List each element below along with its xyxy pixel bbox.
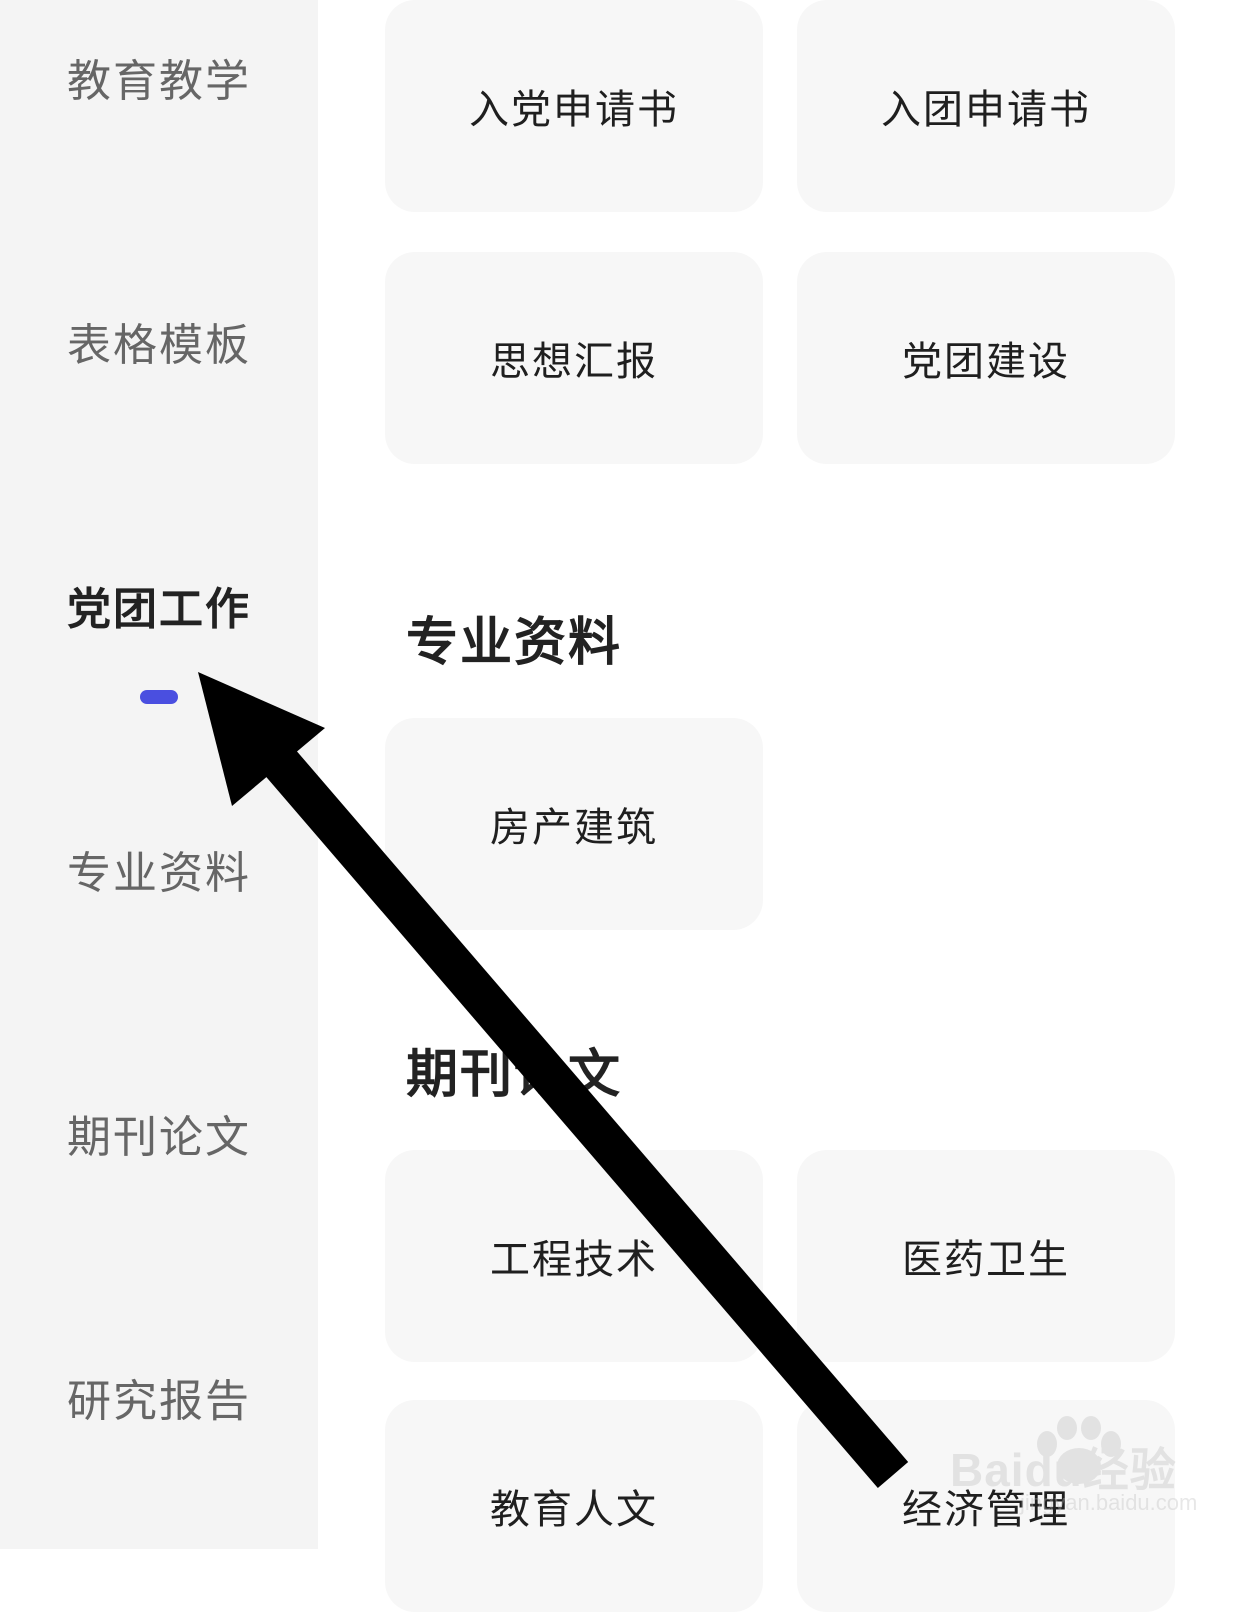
card-education-humanities[interactable]: 教育人文 <box>385 1400 763 1612</box>
card-thought-report[interactable]: 思想汇报 <box>385 252 763 464</box>
active-tab-indicator <box>140 690 178 704</box>
card-league-application[interactable]: 入团申请书 <box>797 0 1175 212</box>
card-party-application[interactable]: 入党申请书 <box>385 0 763 212</box>
section-title-professional: 专业资料 <box>406 613 623 673</box>
card-real-estate[interactable]: 房产建筑 <box>385 718 763 930</box>
category-content: 入党申请书 入团申请书 思想汇报 党团建设 专业资料 房产建筑 期刊论文 工程技… <box>318 0 1242 1612</box>
sidebar-item-party-work[interactable]: 党团工作 <box>0 580 318 640</box>
card-economics[interactable]: 经济管理 <box>797 1400 1175 1612</box>
card-party-building[interactable]: 党团建设 <box>797 252 1175 464</box>
card-medicine[interactable]: 医药卫生 <box>797 1150 1175 1362</box>
sidebar-item-professional[interactable]: 专业资料 <box>0 844 318 904</box>
section-title-journals: 期刊论文 <box>406 1045 623 1105</box>
sidebar-item-education[interactable]: 教育教学 <box>0 52 318 112</box>
sidebar-item-research[interactable]: 研究报告 <box>0 1372 318 1432</box>
sidebar-item-templates[interactable]: 表格模板 <box>0 316 318 376</box>
card-engineering[interactable]: 工程技术 <box>385 1150 763 1362</box>
category-sidebar: 教育教学 表格模板 党团工作 专业资料 期刊论文 研究报告 <box>0 0 318 1549</box>
sidebar-item-journals[interactable]: 期刊论文 <box>0 1108 318 1168</box>
